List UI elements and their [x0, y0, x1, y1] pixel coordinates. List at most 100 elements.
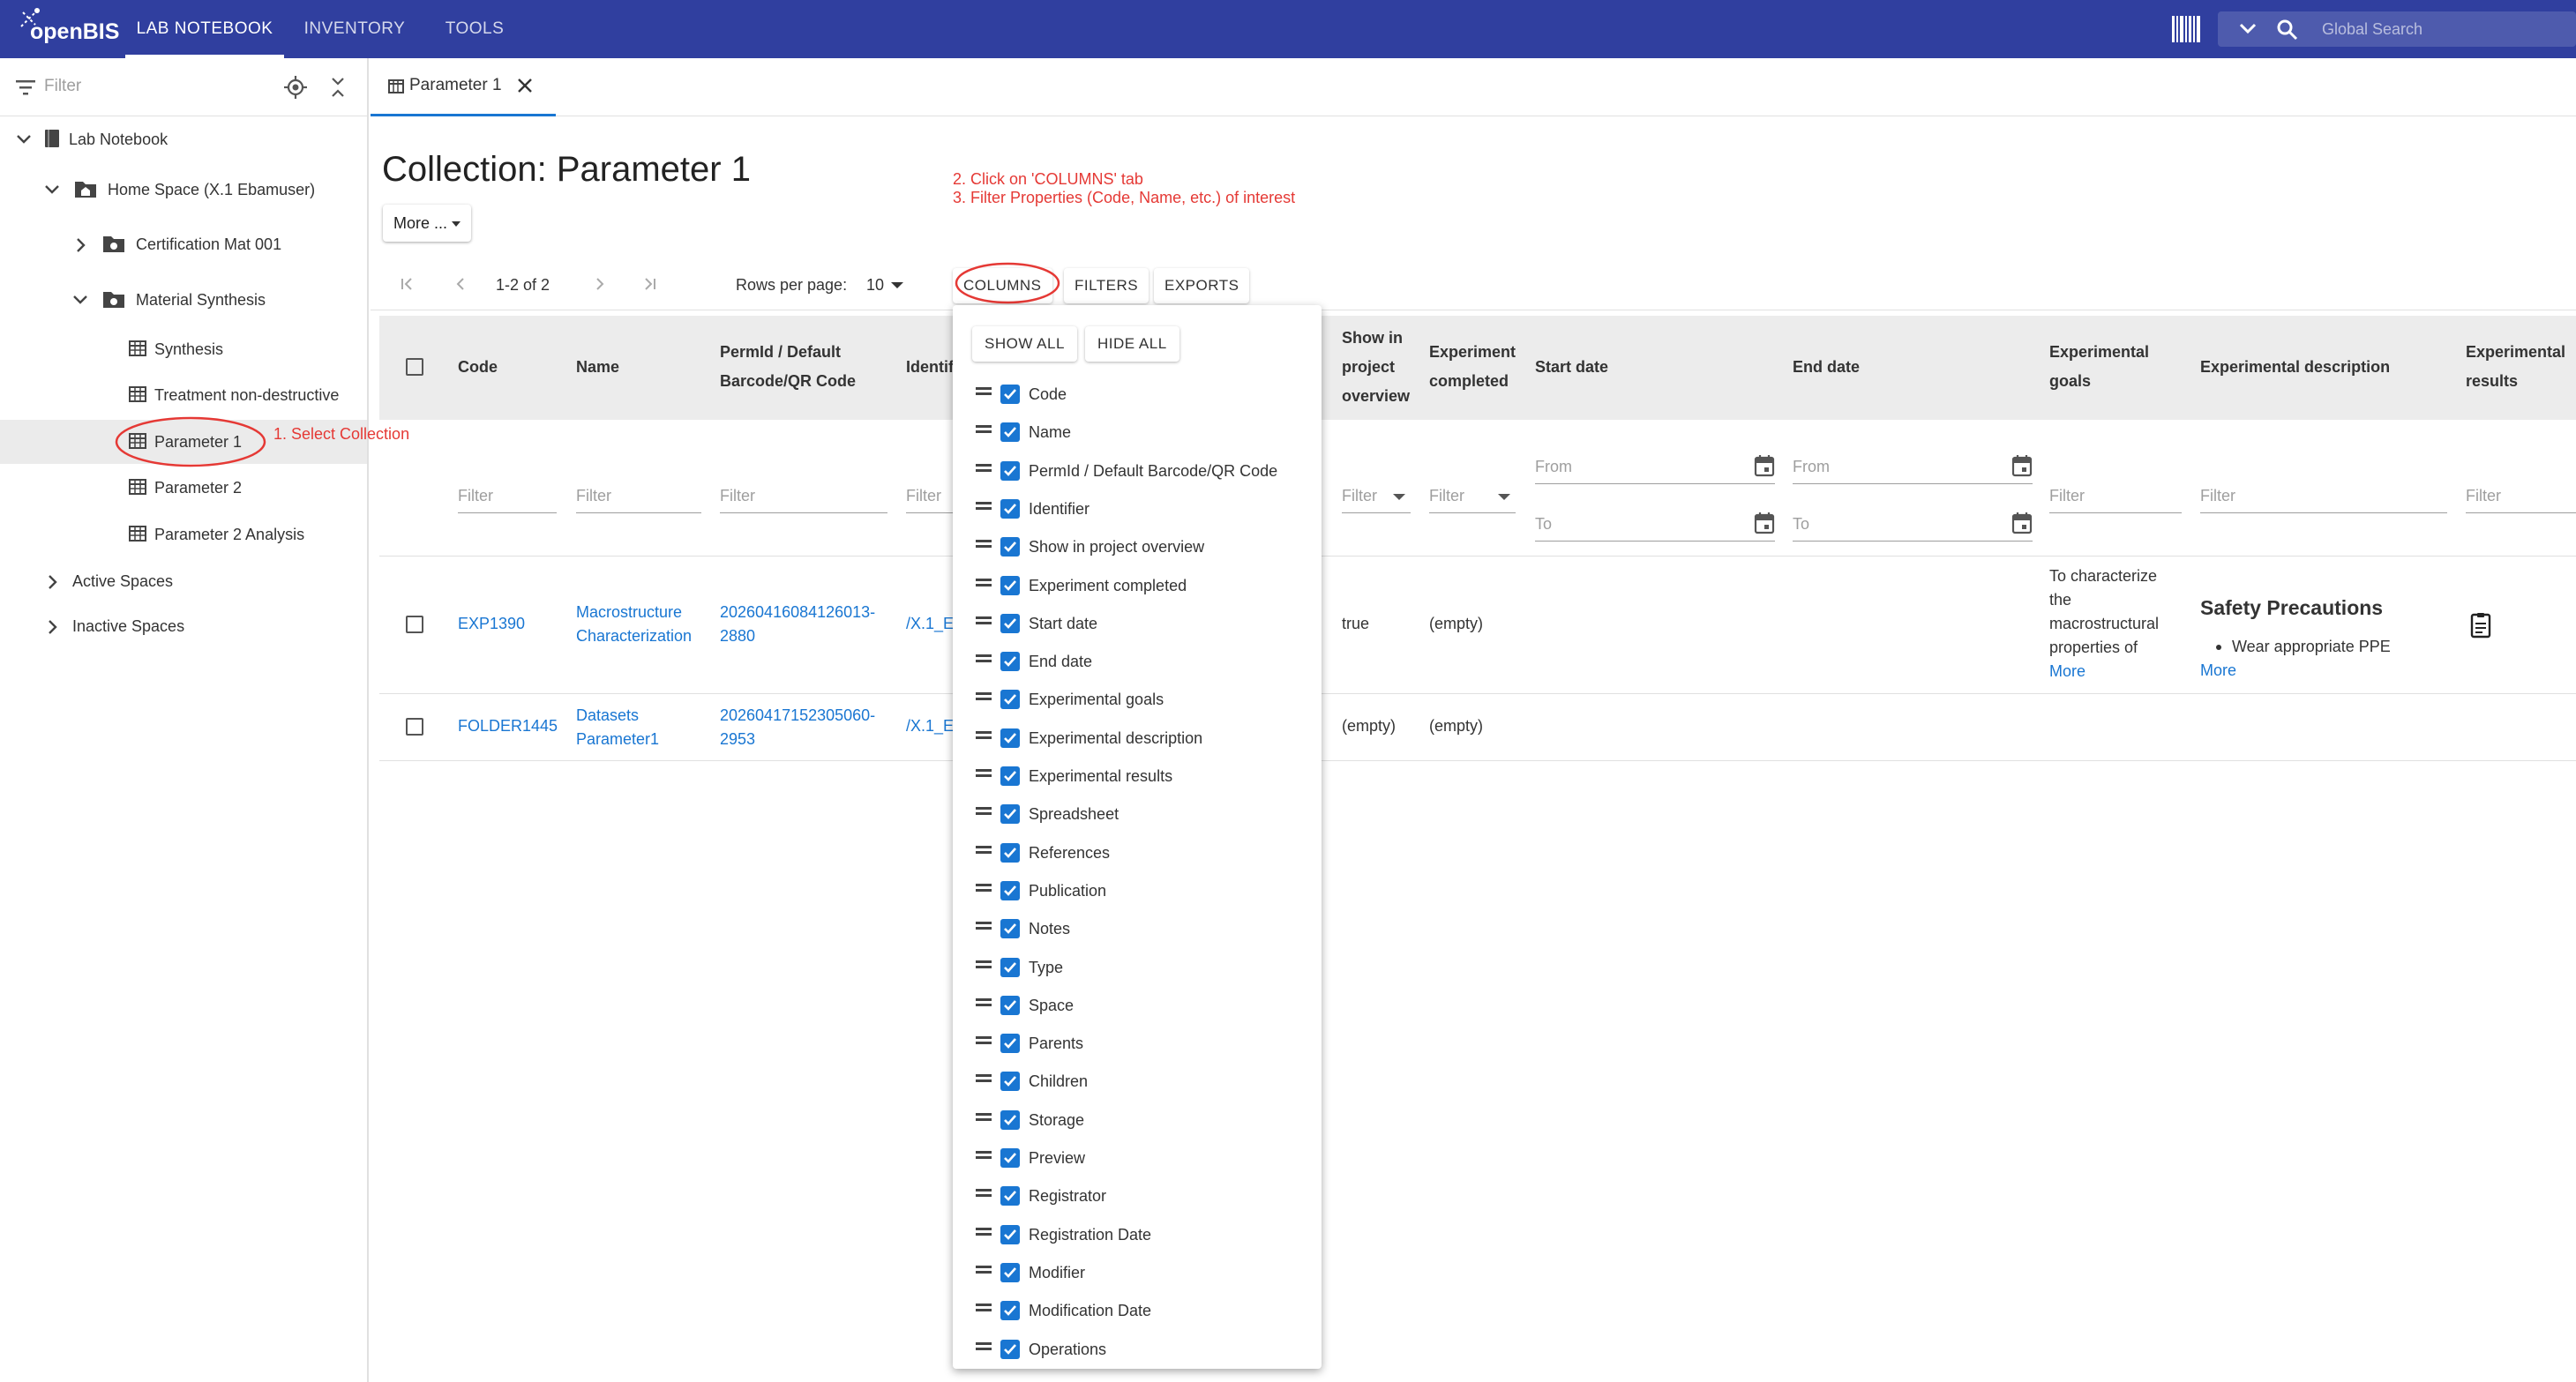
column-toggle-row[interactable]: Start date	[953, 604, 1322, 642]
column-toggle-row[interactable]: Modifier	[953, 1253, 1322, 1291]
drag-handle-icon[interactable]	[976, 1265, 992, 1274]
column-toggle-row[interactable]: Notes	[953, 909, 1322, 947]
row-identifier-link[interactable]: /X.1_E	[906, 714, 954, 738]
filter-permid[interactable]: Filter	[720, 483, 887, 513]
tree-item-material-synthesis[interactable]: Material Synthesis	[0, 278, 367, 322]
column-header-start-date[interactable]: Start date	[1535, 353, 1608, 382]
column-visible-checkbox[interactable]	[1000, 537, 1020, 557]
chevron-right-icon[interactable]	[48, 574, 58, 590]
row-permid-link[interactable]: 20260416084126013- 2880	[720, 601, 875, 648]
column-toggle-row[interactable]: Spreadsheet	[953, 795, 1322, 833]
row-checkbox[interactable]	[406, 718, 423, 736]
column-visible-checkbox[interactable]	[1000, 1301, 1020, 1321]
row-code-link[interactable]: FOLDER1445	[458, 714, 558, 738]
column-visible-checkbox[interactable]	[1000, 575, 1020, 595]
drag-handle-icon[interactable]	[976, 540, 992, 549]
drag-handle-icon[interactable]	[976, 501, 992, 510]
column-visible-checkbox[interactable]	[1000, 1262, 1020, 1282]
tree-item-active-spaces[interactable]: Active Spaces	[0, 559, 367, 603]
row-code-link[interactable]: EXP1390	[458, 612, 525, 636]
drag-handle-icon[interactable]	[976, 769, 992, 777]
drag-handle-icon[interactable]	[976, 654, 992, 663]
tree-item-synthesis[interactable]: Synthesis	[0, 327, 367, 371]
global-search-input[interactable]: Global Search	[2322, 20, 2422, 39]
tree-item-certification-mat-001[interactable]: Certification Mat 001	[0, 222, 367, 266]
filter-experimental-description[interactable]: Filter	[2200, 483, 2447, 513]
column-toggle-row[interactable]: Show in project overview	[953, 527, 1322, 565]
tab-inventory[interactable]: INVENTORY	[291, 0, 418, 58]
column-toggle-row[interactable]: Parents	[953, 1024, 1322, 1062]
column-header-code[interactable]: Code	[458, 353, 498, 382]
chevron-down-icon[interactable]	[72, 295, 88, 305]
chevron-down-icon[interactable]	[2239, 22, 2257, 34]
column-header-name[interactable]: Name	[576, 353, 619, 382]
column-visible-checkbox[interactable]	[1000, 995, 1020, 1015]
drag-handle-icon[interactable]	[976, 1074, 992, 1083]
column-visible-checkbox[interactable]	[1000, 766, 1020, 786]
column-visible-checkbox[interactable]	[1000, 1339, 1020, 1359]
filter-start-date-from[interactable]: From	[1535, 454, 1775, 484]
column-visible-checkbox[interactable]	[1000, 613, 1020, 633]
column-toggle-row[interactable]: Children	[953, 1062, 1322, 1100]
column-toggle-row[interactable]: Operations	[953, 1330, 1322, 1368]
global-search[interactable]: Global Search	[2218, 11, 2576, 47]
column-visible-checkbox[interactable]	[1000, 919, 1020, 939]
drag-handle-icon[interactable]	[976, 616, 992, 624]
tree-item-lab-notebook[interactable]: Lab Notebook	[0, 117, 367, 161]
filter-code[interactable]: Filter	[458, 483, 557, 513]
drag-handle-icon[interactable]	[976, 997, 992, 1006]
calendar-icon[interactable]	[1754, 454, 1775, 477]
tab-lab-notebook[interactable]: LAB NOTEBOOK	[125, 0, 284, 58]
tree-item-treatment-non-destructive[interactable]: Treatment non-destructive	[0, 373, 367, 417]
column-visible-checkbox[interactable]	[1000, 1186, 1020, 1206]
previous-page-icon[interactable]	[452, 275, 469, 293]
column-visible-checkbox[interactable]	[1000, 385, 1020, 404]
show-all-button[interactable]: SHOW ALL	[972, 326, 1077, 362]
column-visible-checkbox[interactable]	[1000, 957, 1020, 977]
hide-all-button[interactable]: HIDE ALL	[1085, 326, 1179, 362]
column-visible-checkbox[interactable]	[1000, 652, 1020, 672]
calendar-icon[interactable]	[2011, 512, 2033, 534]
drag-handle-icon[interactable]	[976, 692, 992, 701]
tree-item-parameter-2-analysis[interactable]: Parameter 2 Analysis	[0, 512, 367, 557]
next-page-icon[interactable]	[591, 275, 609, 293]
row-identifier-link[interactable]: /X.1_E	[906, 612, 954, 636]
column-toggle-row[interactable]: PermId / Default Barcode/QR Code	[953, 452, 1322, 489]
column-toggle-row[interactable]: Experimental goals	[953, 680, 1322, 718]
drag-handle-icon[interactable]	[976, 1151, 992, 1159]
column-visible-checkbox[interactable]	[1000, 498, 1020, 519]
column-visible-checkbox[interactable]	[1000, 1148, 1020, 1168]
drag-handle-icon[interactable]	[976, 883, 992, 892]
column-toggle-row[interactable]: Code	[953, 375, 1322, 413]
row-permid-link[interactable]: 20260417152305060- 2953	[720, 704, 875, 751]
doc-tab-parameter-1[interactable]: Parameter 1	[371, 58, 556, 116]
document-icon[interactable]	[2470, 612, 2491, 639]
calendar-icon[interactable]	[2011, 454, 2033, 477]
drag-handle-icon[interactable]	[976, 730, 992, 739]
more-link[interactable]: More	[2200, 659, 2236, 683]
column-visible-checkbox[interactable]	[1000, 690, 1020, 710]
collapse-all-icon[interactable]	[328, 76, 348, 99]
row-name-link[interactable]: Macrostructure Characterization	[576, 601, 692, 648]
more-button[interactable]: More ...	[383, 205, 471, 242]
column-header-experimental-results[interactable]: Experimental results	[2466, 338, 2565, 396]
column-toggle-row[interactable]: Name	[953, 413, 1322, 451]
column-visible-checkbox[interactable]	[1000, 422, 1020, 443]
select-all-checkbox[interactable]	[406, 358, 423, 376]
column-toggle-row[interactable]: References	[953, 833, 1322, 871]
column-toggle-row[interactable]: Experimental results	[953, 757, 1322, 795]
close-icon[interactable]	[515, 76, 535, 95]
column-visible-checkbox[interactable]	[1000, 460, 1020, 481]
filter-experimental-goals[interactable]: Filter	[2049, 483, 2182, 513]
column-visible-checkbox[interactable]	[1000, 1224, 1020, 1244]
column-toggle-row[interactable]: Identifier	[953, 489, 1322, 527]
chevron-right-icon[interactable]	[48, 619, 58, 635]
filter-experiment-completed[interactable]: Filter	[1429, 483, 1516, 513]
locate-icon[interactable]	[284, 76, 307, 99]
column-visible-checkbox[interactable]	[1000, 880, 1020, 900]
filter-experimental-results[interactable]: Filter	[2466, 483, 2576, 513]
column-toggle-row[interactable]: Experiment completed	[953, 566, 1322, 604]
drag-handle-icon[interactable]	[976, 1227, 992, 1236]
tab-tools[interactable]: TOOLS	[432, 0, 517, 58]
drag-handle-icon[interactable]	[976, 1036, 992, 1045]
